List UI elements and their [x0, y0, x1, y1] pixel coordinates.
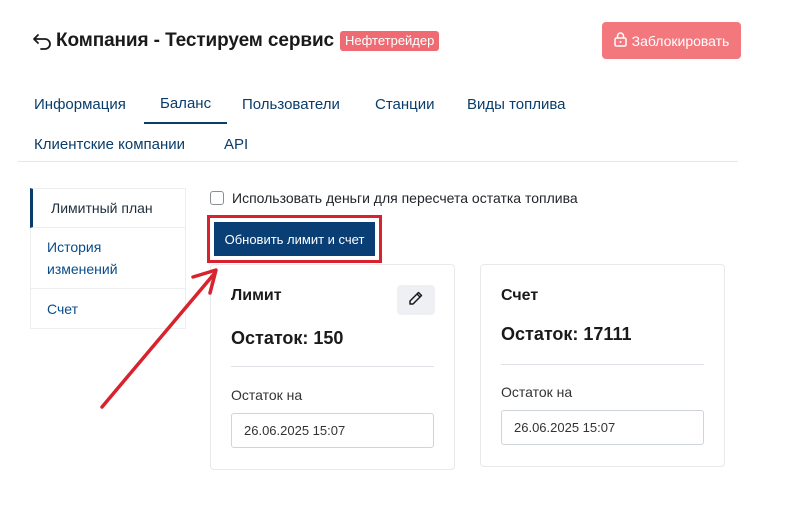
annotation-arrow — [100, 268, 218, 409]
